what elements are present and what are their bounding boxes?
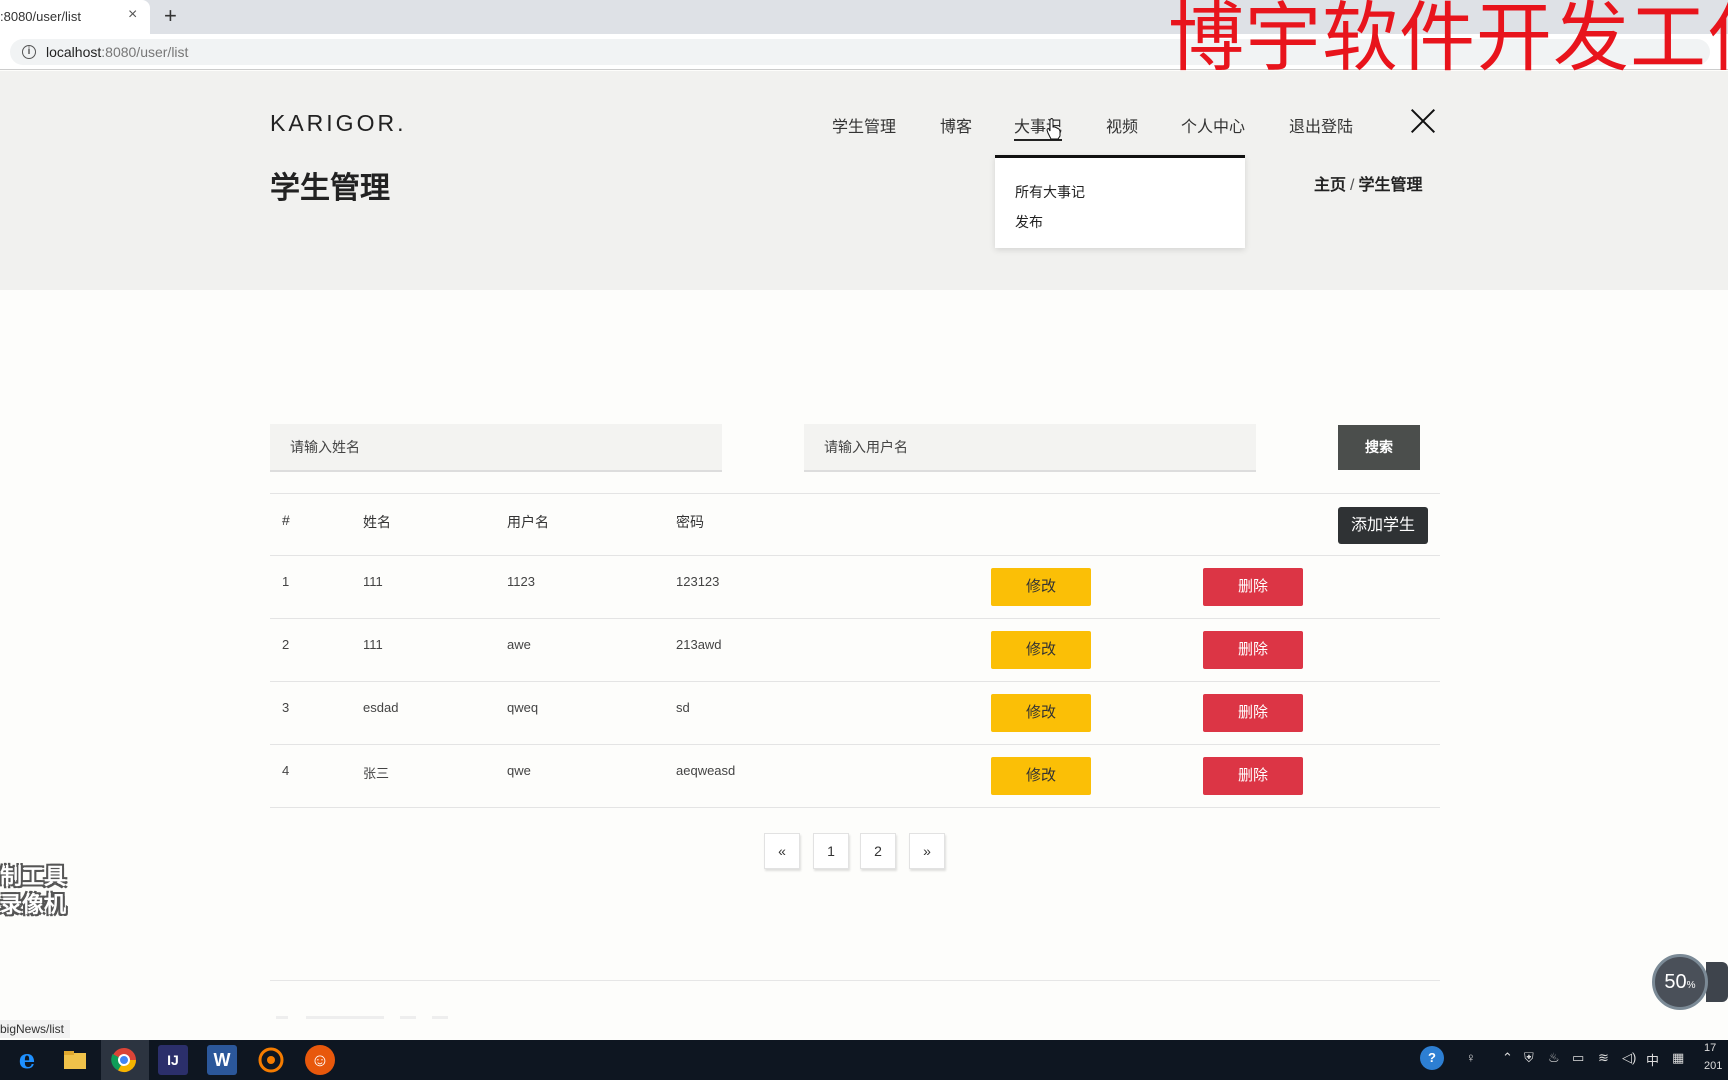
site-info-icon[interactable]: i [22, 45, 36, 59]
breadcrumb-home[interactable]: 主页 [1314, 177, 1346, 194]
col-header-password: 密码 [676, 514, 704, 530]
hand-cursor-icon [1046, 118, 1061, 140]
footer-placeholder [276, 1016, 288, 1019]
events-dropdown-menu: 所有大事记 发布 [995, 155, 1245, 248]
nav-item-profile[interactable]: 个人中心 [1181, 113, 1245, 137]
cell-index: 1 [282, 574, 290, 589]
breadcrumb: 主页 / 学生管理 [1314, 171, 1422, 195]
username-search-input[interactable] [804, 424, 1256, 470]
url-text: localhost:8080/user/list [46, 44, 189, 60]
cell-index: 3 [282, 700, 290, 715]
cell-password: 213awd [676, 637, 722, 652]
delete-button[interactable]: 删除 [1203, 568, 1303, 606]
pagination-page-2[interactable]: 2 [860, 833, 896, 869]
site-logo[interactable]: KARIGOR. [270, 110, 406, 137]
file-explorer-icon[interactable] [60, 1045, 90, 1075]
cell-password: 123123 [676, 574, 720, 589]
volume-icon[interactable]: ◁) [1622, 1050, 1636, 1066]
cell-name: 张三 [363, 766, 390, 781]
edit-button[interactable]: 修改 [991, 757, 1091, 795]
col-header-name: 姓名 [363, 514, 391, 530]
dropdown-item-publish[interactable]: 发布 [1015, 212, 1043, 232]
intellij-icon[interactable]: IJ [158, 1045, 188, 1075]
cheetah-app-icon[interactable]: ☺ [305, 1045, 335, 1075]
chrome-icon[interactable] [109, 1045, 139, 1075]
footer-placeholder [306, 1016, 384, 1019]
close-icon[interactable] [1410, 108, 1436, 134]
name-search-input[interactable] [270, 424, 722, 470]
search-button[interactable]: 搜索 [1338, 425, 1420, 470]
edge-browser-icon[interactable]: e [12, 1045, 42, 1075]
cell-username: 1123 [507, 574, 535, 589]
screen-recorder-icon[interactable] [256, 1045, 286, 1075]
table-row: 2 111 awe 213awd 修改 删除 [270, 619, 1440, 682]
edit-button[interactable]: 修改 [991, 694, 1091, 732]
footer-placeholder [432, 1016, 448, 1019]
edit-button[interactable]: 修改 [991, 568, 1091, 606]
breadcrumb-separator: / [1350, 177, 1355, 194]
table-header: # 姓名 用户名 密码 添加学生 [270, 493, 1440, 556]
zoom-level-badge[interactable]: 50% [1652, 954, 1708, 1010]
tab-title: :8080/user/list [0, 9, 81, 24]
cell-index: 2 [282, 637, 290, 652]
add-student-button[interactable]: 添加学生 [1338, 507, 1428, 544]
cell-username: qwe [507, 763, 531, 778]
battery-icon[interactable]: ▭ [1572, 1050, 1584, 1066]
browser-tab[interactable]: :8080/user/list × [0, 0, 150, 34]
clock-time[interactable]: 17 [1704, 1042, 1716, 1054]
nav-item-blog[interactable]: 博客 [940, 113, 972, 137]
ime-mode-icon[interactable]: ▦ [1672, 1050, 1684, 1066]
pagination-page-1[interactable]: 1 [813, 833, 849, 869]
site-header: KARIGOR. 学生管理 博客 大事记 视频 个人中心 退出登陆 学生管理 主… [0, 71, 1728, 290]
cell-name: esdad [363, 700, 399, 715]
delete-button[interactable]: 删除 [1203, 694, 1303, 732]
footer-placeholder [400, 1016, 416, 1019]
defender-shield-icon[interactable]: ⛨ [1524, 1050, 1534, 1066]
nav-item-videos[interactable]: 视频 [1106, 113, 1138, 137]
username-search-field [804, 424, 1256, 472]
tab-close-icon[interactable]: × [128, 6, 137, 24]
cell-password: sd [676, 700, 690, 715]
zoom-widget-arrows[interactable] [1706, 962, 1728, 1002]
name-search-field [270, 424, 722, 472]
new-tab-button[interactable]: + [164, 3, 177, 29]
cell-name: 111 [363, 637, 383, 652]
people-icon[interactable]: ♀ [1466, 1050, 1476, 1065]
cell-username: awe [507, 637, 531, 652]
cell-name: 111 [363, 574, 383, 589]
cell-index: 4 [282, 763, 290, 778]
tray-expand-icon[interactable]: ⌃ [1502, 1050, 1513, 1066]
edit-button[interactable]: 修改 [991, 631, 1091, 669]
col-header-username: 用户名 [507, 514, 549, 530]
table-row: 4 张三 qwe aeqweasd 修改 删除 [270, 745, 1440, 808]
recorder-watermark-logo: 制工具 录像机 [0, 865, 67, 918]
windows-taskbar: e IJ W ☺ ? ♀ ⌃ ⛨ ♨ ▭ ≋ ◁) 中 ▦ 17 201 [0, 1040, 1728, 1080]
nav-item-logout[interactable]: 退出登陆 [1289, 113, 1353, 137]
delete-button[interactable]: 删除 [1203, 757, 1303, 795]
pagination-prev[interactable]: « [764, 833, 800, 869]
table-row: 1 111 1123 123123 修改 删除 [270, 556, 1440, 619]
footer-divider [270, 980, 1440, 981]
status-bar-url: bigNews/list [0, 1020, 71, 1038]
pagination-next[interactable]: » [909, 833, 945, 869]
watermark-text: 博宇软件开发工作 [1168, 0, 1728, 82]
cell-username: qweq [507, 700, 539, 715]
col-header-index: # [282, 512, 290, 528]
java-tray-icon[interactable]: ♨ [1548, 1050, 1560, 1066]
wifi-icon[interactable]: ≋ [1598, 1050, 1609, 1066]
page-title: 学生管理 [270, 172, 390, 205]
word-icon[interactable]: W [207, 1045, 237, 1075]
breadcrumb-current: 学生管理 [1358, 177, 1423, 194]
cell-password: aeqweasd [676, 763, 736, 778]
clock-date[interactable]: 201 [1704, 1060, 1722, 1072]
ime-indicator[interactable]: 中 [1646, 1050, 1659, 1069]
delete-button[interactable]: 删除 [1203, 631, 1303, 669]
nav-item-students[interactable]: 学生管理 [832, 113, 896, 137]
table-row: 3 esdad qweq sd 修改 删除 [270, 682, 1440, 745]
dropdown-item-all-events[interactable]: 所有大事记 [1015, 182, 1085, 202]
help-icon[interactable]: ? [1420, 1046, 1444, 1070]
